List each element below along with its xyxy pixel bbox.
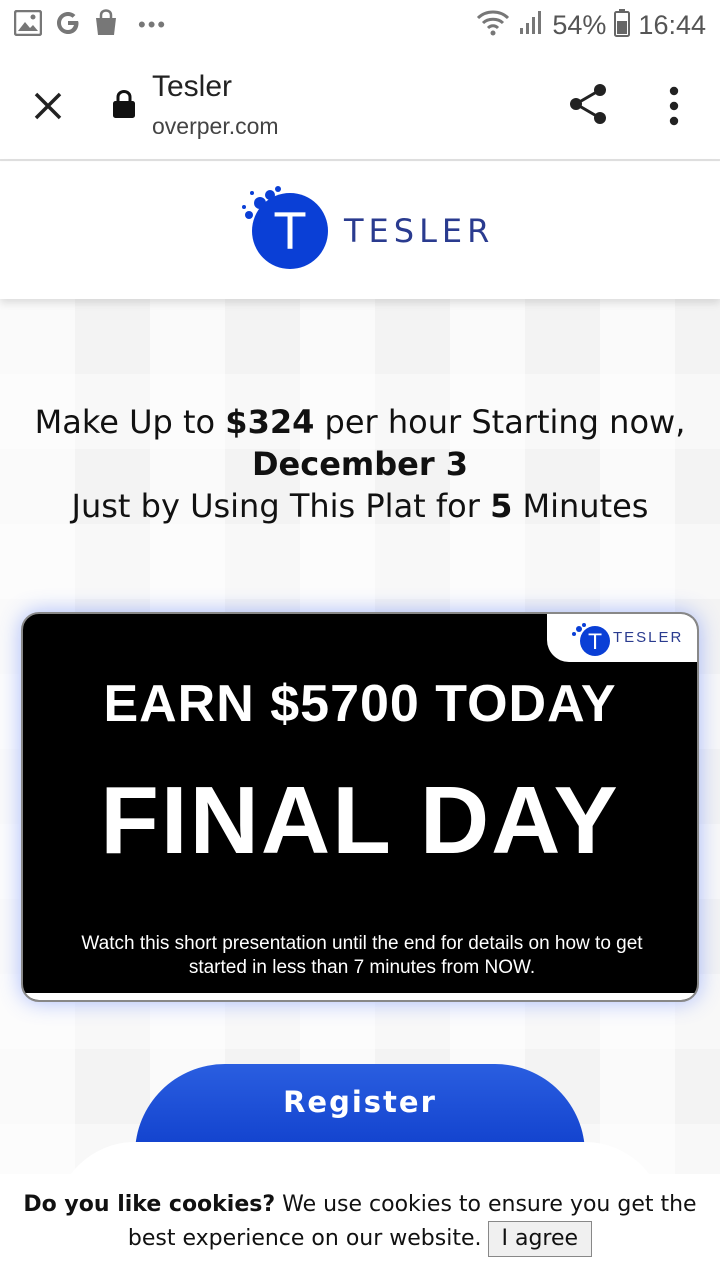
- close-icon[interactable]: [28, 86, 68, 126]
- register-label: Register: [283, 1085, 437, 1119]
- promo-logo-badge: T TESLER: [547, 614, 697, 662]
- final-day-text: FINAL DAY: [100, 767, 620, 874]
- hero-line-2: December 3: [0, 443, 720, 485]
- status-bar: ••• 54% 16:44: [0, 0, 720, 50]
- browser-toolbar: Tesler overper.com: [0, 50, 720, 161]
- signal-icon: [518, 10, 544, 41]
- hero-line-3: Just by Using This Plat for 5 Minutes: [0, 485, 720, 527]
- hero-line3-pre: Just by Using This Plat for: [71, 487, 491, 525]
- shopping-bag-icon: [94, 8, 118, 42]
- hero-line1-pre: Make Up to: [34, 403, 226, 441]
- hero-date: December 3: [251, 445, 469, 483]
- system-status: 54% 16:44: [476, 8, 706, 42]
- clock: 16:44: [638, 9, 706, 40]
- cookie-message: Do you like cookies? We use cookies to e…: [20, 1188, 700, 1257]
- form-panel-top: [55, 1142, 665, 1174]
- page-title: Tesler: [152, 70, 233, 103]
- battery-icon: [614, 8, 631, 42]
- gallery-icon: [13, 9, 43, 41]
- mini-logo-wordmark: TESLER: [613, 629, 684, 646]
- hero-headline: Make Up to $324 per hour Starting now, D…: [0, 401, 720, 527]
- url-text[interactable]: overper.com: [152, 113, 279, 140]
- site-header: T TESLER: [0, 162, 720, 299]
- hero-line1-post: per hour Starting now,: [314, 403, 686, 441]
- share-icon[interactable]: [567, 82, 609, 126]
- agree-button[interactable]: I agree: [487, 1221, 593, 1257]
- cookie-banner: Do you like cookies? We use cookies to e…: [0, 1174, 720, 1280]
- logo-letter: T: [274, 203, 306, 261]
- more-vert-icon[interactable]: [660, 84, 688, 128]
- cookie-question: Do you like cookies?: [23, 1192, 276, 1217]
- card-progress-strip: [23, 993, 697, 1000]
- lock-icon: [112, 89, 136, 119]
- hero-line-1: Make Up to $324 per hour Starting now,: [0, 401, 720, 443]
- mini-logo-letter: T: [588, 630, 602, 654]
- tesler-mini-logo-icon: T: [569, 621, 611, 657]
- wifi-icon: [476, 10, 510, 41]
- tesler-logo-icon[interactable]: T: [238, 185, 330, 271]
- battery-percent: 54%: [552, 9, 607, 40]
- main-content: Make Up to $324 per hour Starting now, D…: [0, 299, 720, 1174]
- hero-amount: $324: [225, 403, 315, 441]
- more-notifications: •••: [138, 12, 168, 37]
- logo-wordmark[interactable]: TESLER: [344, 212, 494, 250]
- watch-description: Watch this short presentation until the …: [81, 933, 643, 978]
- google-icon: [54, 9, 82, 42]
- earn-headline: EARN $5700 TODAY: [103, 675, 617, 733]
- hero-line3-post: Minutes: [512, 487, 649, 525]
- notification-icons: •••: [13, 8, 168, 42]
- promo-video-card[interactable]: T TESLER EARN $5700 TODAY FINAL DAY Watc…: [21, 612, 699, 1002]
- hero-minutes: 5: [490, 487, 513, 525]
